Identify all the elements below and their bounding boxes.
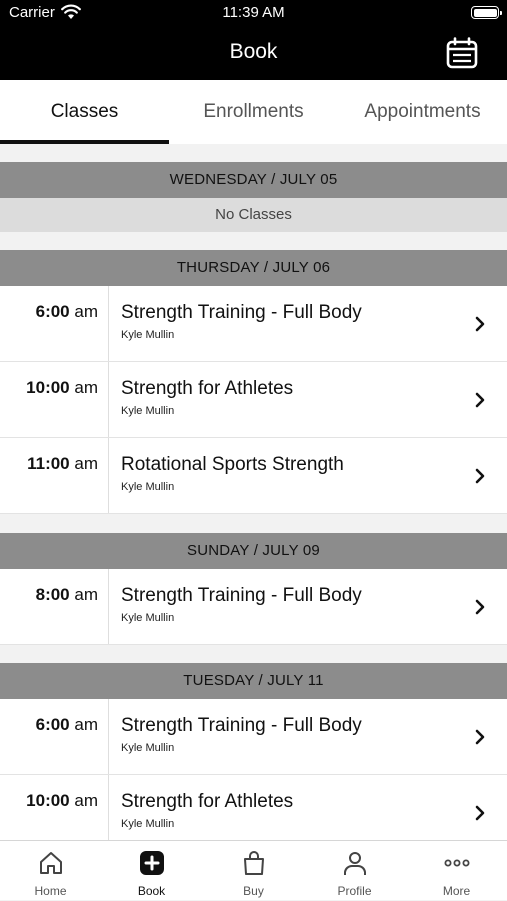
bottom-tab-more[interactable]: More [406, 841, 507, 901]
tab-classes[interactable]: Classes [0, 80, 169, 144]
class-row[interactable]: 8:00 am Strength Training - Full Body Ky… [0, 569, 507, 645]
person-icon [343, 852, 366, 875]
class-time-cell: 8:00 am [0, 569, 109, 644]
status-bar: Carrier 11:39 AM [0, 0, 507, 26]
day-header: WEDNESDAY / JULY 05 [0, 162, 507, 198]
battery-icon [471, 6, 502, 19]
class-instructor: Kyle Mullin [121, 481, 175, 493]
tab-enrollments[interactable]: Enrollments [169, 80, 338, 144]
class-time-ampm: am [74, 791, 98, 810]
status-time: 11:39 AM [222, 4, 285, 21]
no-classes-label: No Classes [0, 198, 507, 232]
class-time-cell: 6:00 am [0, 286, 109, 361]
bottom-tab-label: Book [137, 884, 166, 898]
bottom-tab-label: Home [34, 884, 67, 898]
tab-appointments[interactable]: Appointments [338, 80, 507, 144]
class-time-cell: 10:00 am [0, 775, 109, 850]
top-bar: Carrier 11:39 AM Book [0, 0, 507, 80]
class-time: 6:00 am [36, 715, 98, 735]
class-time-ampm: am [74, 378, 98, 397]
chevron-right-icon [475, 729, 485, 745]
calendar-icon[interactable] [445, 36, 479, 70]
class-time-ampm: am [74, 715, 98, 734]
class-instructor: Kyle Mullin [121, 405, 175, 417]
chevron-right-icon [475, 316, 485, 332]
class-time: 10:00 am [26, 791, 98, 811]
chevron-right-icon [475, 392, 485, 408]
class-time-ampm: am [74, 454, 98, 473]
class-time-value: 8:00 [35, 585, 70, 604]
tab-bar: Classes Enrollments Appointments [0, 80, 507, 144]
class-time-value: 6:00 [35, 715, 70, 734]
class-time-cell: 11:00 am [0, 438, 109, 513]
class-time-ampm: am [74, 585, 98, 604]
chevron-right-icon [475, 599, 485, 615]
class-time: 10:00 am [26, 378, 98, 398]
day-header: THURSDAY / JULY 06 [0, 250, 507, 286]
bottom-tab-label: Profile [337, 884, 372, 898]
bottom-tab-bar: Home Book Buy Profile More [0, 840, 507, 900]
class-time-cell: 10:00 am [0, 362, 109, 437]
class-time-cell: 6:00 am [0, 699, 109, 774]
bottom-tab-buy[interactable]: Buy [203, 841, 304, 901]
active-tab-indicator [0, 140, 169, 144]
class-instructor: Kyle Mullin [121, 612, 175, 624]
chevron-right-icon [475, 468, 485, 484]
class-name: Strength for Athletes [121, 791, 294, 812]
plus-square-icon [139, 851, 164, 875]
class-time-value: 10:00 [26, 378, 70, 397]
page-title: Book [229, 40, 278, 63]
class-instructor: Kyle Mullin [121, 742, 175, 754]
bottom-tab-book[interactable]: Book [101, 841, 202, 901]
shopping-bag-icon [243, 851, 264, 875]
class-time-value: 10:00 [26, 791, 70, 810]
class-row[interactable]: 6:00 am Strength Training - Full Body Ky… [0, 699, 507, 775]
home-icon [39, 852, 62, 874]
class-instructor: Kyle Mullin [121, 329, 175, 341]
more-dots-icon [444, 859, 469, 867]
class-name: Rotational Sports Strength [121, 454, 344, 475]
class-instructor: Kyle Mullin [121, 818, 175, 830]
class-time: 11:00 am [27, 454, 98, 474]
bottom-tab-label: Buy [243, 884, 264, 898]
class-time: 6:00 am [36, 302, 98, 322]
chevron-right-icon [475, 805, 485, 821]
bottom-tab-label: More [442, 884, 471, 898]
class-name: Strength Training - Full Body [121, 715, 362, 736]
class-name: Strength Training - Full Body [121, 585, 362, 606]
class-name: Strength Training - Full Body [121, 302, 362, 323]
class-row[interactable]: 11:00 am Rotational Sports Strength Kyle… [0, 438, 507, 514]
bottom-tab-home[interactable]: Home [0, 841, 101, 901]
day-header: SUNDAY / JULY 09 [0, 533, 507, 569]
class-time-value: 6:00 [35, 302, 70, 321]
class-time: 8:00 am [36, 585, 98, 605]
class-time-value: 11:00 [27, 454, 70, 473]
day-header: TUESDAY / JULY 11 [0, 663, 507, 699]
class-row[interactable]: 10:00 am Strength for Athletes Kyle Mull… [0, 362, 507, 438]
class-name: Strength for Athletes [121, 378, 294, 399]
class-row[interactable]: 6:00 am Strength Training - Full Body Ky… [0, 286, 507, 362]
bottom-tab-profile[interactable]: Profile [304, 841, 405, 901]
class-time-ampm: am [74, 302, 98, 321]
